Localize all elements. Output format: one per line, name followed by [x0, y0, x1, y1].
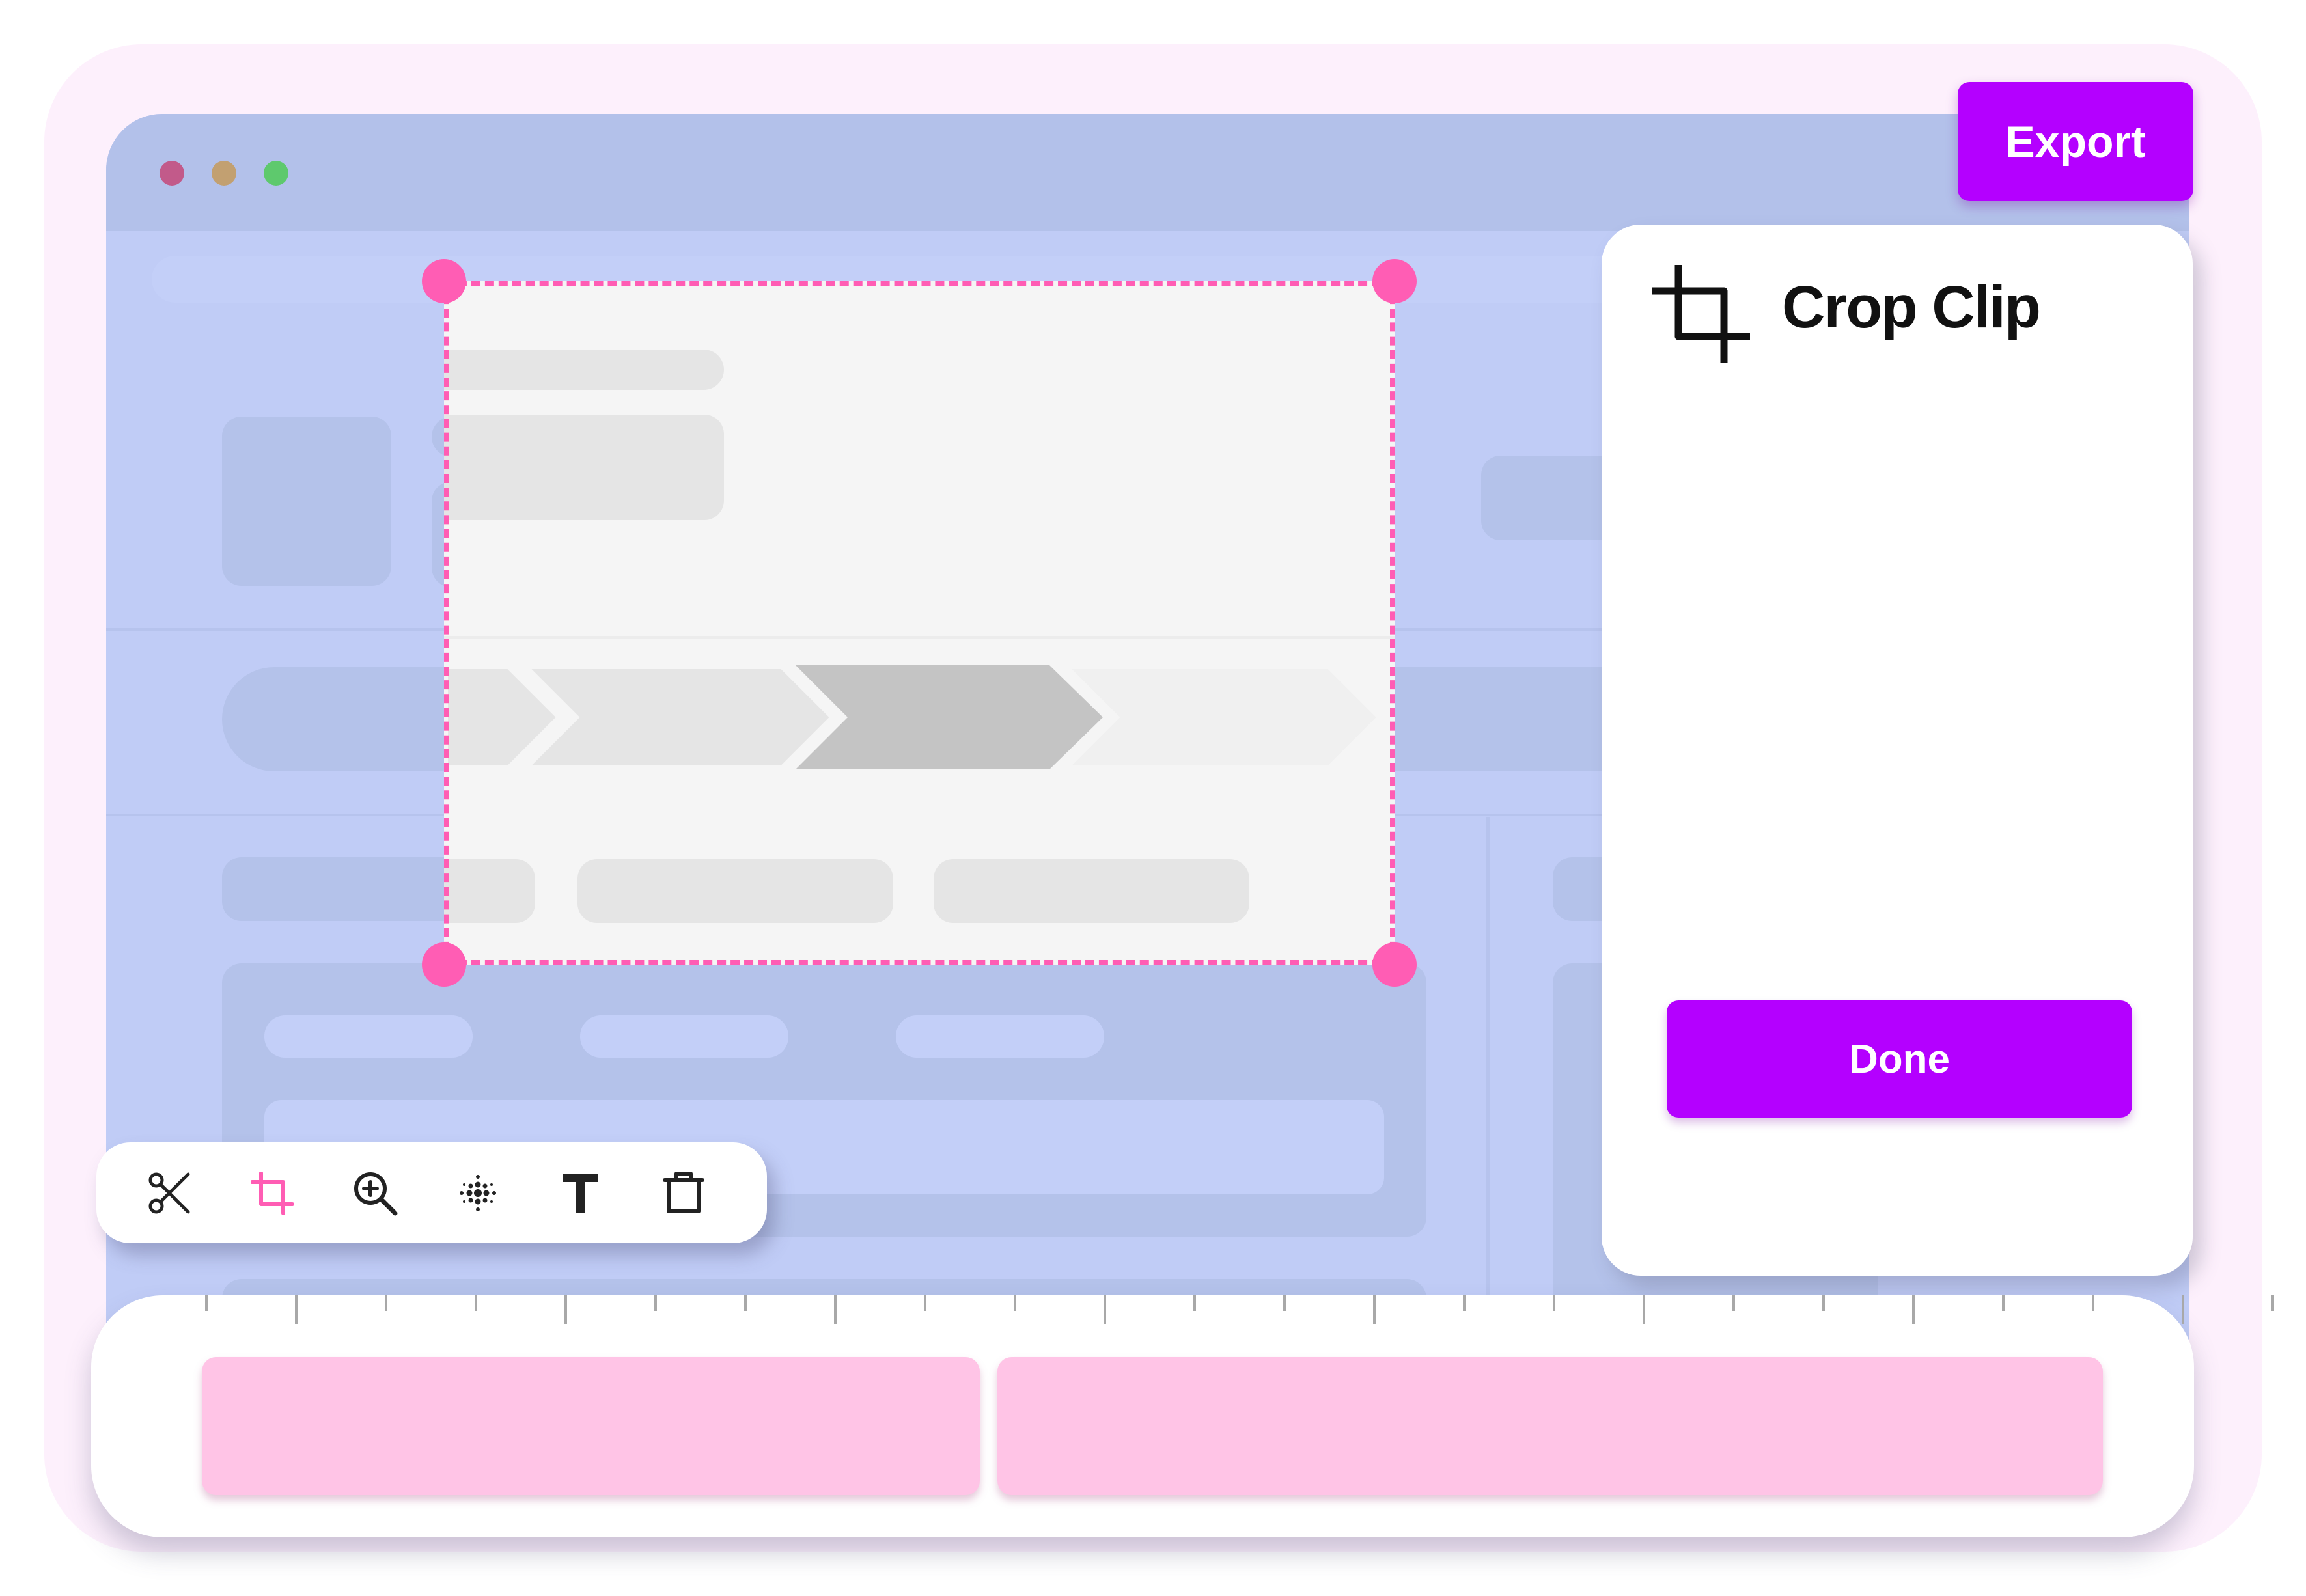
crop-icon: [1652, 265, 1750, 363]
zoom-in-icon[interactable]: [349, 1167, 401, 1219]
panel-title: Crop Clip: [1782, 274, 2041, 340]
scissors-icon[interactable]: [143, 1167, 195, 1219]
ruler-tick: [1822, 1295, 1825, 1311]
crop-handle-top-right[interactable]: [1372, 259, 1417, 303]
timeline-clip-2[interactable]: [997, 1357, 2103, 1495]
ghost-pill: [580, 1015, 788, 1058]
ruler-tick: [1193, 1295, 1196, 1311]
crop-handle-bottom-left[interactable]: [422, 942, 466, 987]
timeline-ruler: [91, 1295, 2274, 1334]
ruler-tick: [475, 1295, 477, 1311]
ruler-tick: [1014, 1295, 1016, 1311]
ruler-tick: [1732, 1295, 1735, 1311]
ruler-tick: [654, 1295, 657, 1311]
done-button[interactable]: Done: [1667, 1000, 2132, 1118]
ruler-tick: [1104, 1295, 1106, 1324]
ruler-tick: [295, 1295, 298, 1324]
crop-handle-bottom-right[interactable]: [1372, 942, 1417, 987]
ruler-tick: [1373, 1295, 1376, 1324]
export-button[interactable]: Export: [1958, 82, 2193, 201]
crop-icon[interactable]: [246, 1167, 298, 1219]
trash-icon[interactable]: [658, 1167, 710, 1219]
ruler-tick: [2092, 1295, 2094, 1311]
maximize-dot[interactable]: [264, 161, 288, 186]
timeline-clip-1[interactable]: [202, 1357, 980, 1495]
crop-handle-top-left[interactable]: [422, 259, 466, 303]
ruler-tick: [1912, 1295, 1915, 1324]
ruler-tick: [1283, 1295, 1286, 1311]
text-icon[interactable]: [555, 1167, 607, 1219]
tool-toolbar: [96, 1142, 767, 1243]
ruler-tick: [1643, 1295, 1645, 1324]
ruler-tick: [564, 1295, 567, 1324]
crop-clip-panel: Crop Clip Done: [1602, 225, 2193, 1276]
ruler-tick: [924, 1295, 926, 1311]
ruler-tick: [205, 1295, 208, 1311]
ruler-tick: [1553, 1295, 1555, 1311]
ruler-tick: [744, 1295, 747, 1311]
ruler-tick: [834, 1295, 837, 1324]
blur-icon[interactable]: [452, 1167, 504, 1219]
crop-frame[interactable]: [444, 281, 1395, 965]
ruler-tick: [2271, 1295, 2274, 1311]
timeline: [91, 1295, 2274, 1537]
window-titlebar: [106, 114, 2189, 231]
ghost-pill: [896, 1015, 1104, 1058]
minimize-dot[interactable]: [212, 161, 236, 186]
close-dot[interactable]: [160, 161, 184, 186]
ghost-logo: [222, 417, 391, 586]
ruler-tick: [1463, 1295, 1466, 1311]
ghost-pill: [264, 1015, 473, 1058]
ruler-tick: [2182, 1295, 2184, 1324]
ruler-tick: [2002, 1295, 2005, 1311]
ruler-tick: [385, 1295, 387, 1311]
